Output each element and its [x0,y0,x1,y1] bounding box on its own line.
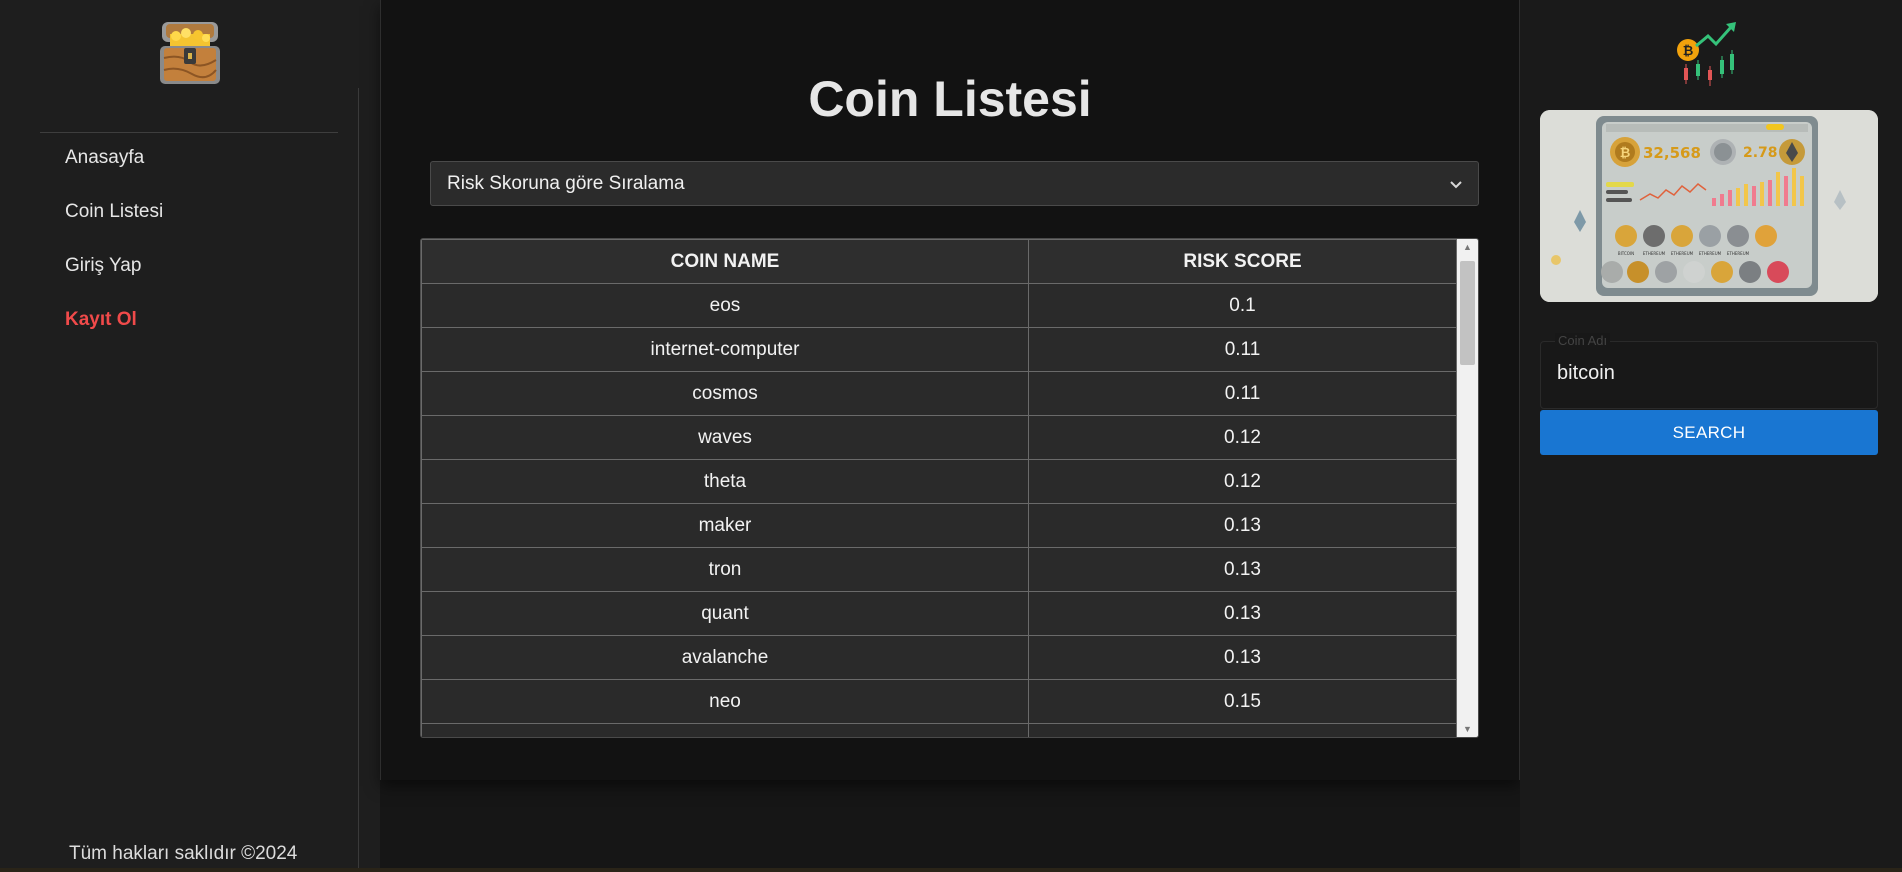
table-row[interactable]: neo 0.15 [421,679,1457,724]
coin-name-field[interactable]: Coin Adı [1540,333,1878,409]
sidebar-divider [40,132,338,133]
coin-name-cell: waves [421,415,1029,460]
coin-name-field-label: Coin Adı [1555,333,1611,348]
bottom-edge [0,868,1902,872]
sort-select[interactable]: Risk Skoruna göre Sıralama [430,161,1479,206]
table-header-row: COIN NAME RISK SCORE [421,239,1457,284]
table-row[interactable]: avalanche 0.13 [421,635,1457,680]
svg-text:₿: ₿ [1683,44,1694,59]
search-button[interactable]: SEARCH [1540,410,1878,455]
coin-name-cell: tron [421,547,1029,592]
page-title: Coin Listesi [808,71,1092,127]
column-header-coin-name[interactable]: COIN NAME [421,239,1029,284]
table-row[interactable]: theta 0.12 [421,459,1457,504]
table-row[interactable]: eos 0.1 [421,283,1457,328]
table-row[interactable]: tron 0.13 [421,547,1457,592]
coin-table: COIN NAME RISK SCORE eos 0.1 internet-com… [421,239,1457,737]
table-row[interactable]: cosmos 0.11 [421,371,1457,416]
risk-score-cell: 0.13 [1028,635,1457,680]
scroll-up-icon[interactable]: ▲ [1457,239,1478,255]
coin-name-cell: theta [421,459,1029,504]
table-row[interactable]: internet-computer 0.11 [421,327,1457,372]
nav-item-coin-listesi[interactable]: Coin Listesi [65,201,163,223]
hero-value-text: 2.78 [1743,145,1778,161]
nav-item-kayit-ol[interactable]: Kayıt Ol [65,309,137,331]
crypto-dashboard-illustration: ₿ 32,568 2.78 BITCOIN ETHEREUM ETHEREUM … [1540,110,1878,302]
risk-score-cell: 0.13 [1028,547,1457,592]
table-row[interactable] [421,723,1457,737]
nav-item-anasayfa[interactable]: Anasayfa [65,147,144,169]
coin-name-cell: maker [421,503,1029,548]
table-row[interactable]: quant 0.13 [421,591,1457,636]
chevron-down-icon [1450,176,1462,192]
risk-score-cell: 0.11 [1028,327,1457,372]
risk-score-cell: 0.1 [1028,283,1457,328]
risk-score-cell: 0.12 [1028,459,1457,504]
table-row[interactable]: waves 0.12 [421,415,1457,460]
sidebar: Anasayfa Coin Listesi Giriş Yap Kayıt Ol… [0,0,380,872]
hero-coin-label: ETHEREUM [1727,251,1750,256]
coin-name-cell: quant [421,591,1029,636]
coin-name-cell: cosmos [421,371,1029,416]
hero-coin-label: ETHEREUM [1699,251,1722,256]
crypto-chart-icon: ₿ [1674,20,1740,88]
nav-item-giris-yap[interactable]: Giriş Yap [65,255,141,277]
footer-copyright: Tüm hakları saklıdır ©2024 [69,843,298,864]
treasure-chest-icon[interactable] [156,18,224,88]
scroll-down-icon[interactable]: ▼ [1457,721,1478,737]
hero-price-text: 32,568 [1643,144,1701,162]
hero-coin-label: ETHEREUM [1643,251,1666,256]
table-row[interactable]: maker 0.13 [421,503,1457,548]
risk-score-cell [1028,723,1457,737]
coin-name-cell [421,723,1029,737]
risk-score-cell: 0.11 [1028,371,1457,416]
risk-score-cell: 0.13 [1028,591,1457,636]
coin-name-cell: eos [421,283,1029,328]
coin-name-cell: avalanche [421,635,1029,680]
coin-search-input[interactable] [1557,362,1857,385]
risk-score-cell: 0.15 [1028,679,1457,724]
column-header-risk-score[interactable]: RISK SCORE [1028,239,1457,284]
coin-name-cell: internet-computer [421,327,1029,372]
hero-coin-label: ETHEREUM [1671,251,1694,256]
coin-name-cell: neo [421,679,1029,724]
table-scrollbar[interactable]: ▲ ▼ [1457,239,1478,737]
hero-coin-label: BITCOIN [1618,251,1634,256]
sidebar-border [358,88,359,872]
risk-score-cell: 0.12 [1028,415,1457,460]
coin-table-container[interactable]: COIN NAME RISK SCORE eos 0.1 internet-com… [420,238,1479,738]
risk-score-cell: 0.13 [1028,503,1457,548]
svg-text:₿: ₿ [1620,146,1631,161]
sort-select-value: Risk Skoruna göre Sıralama [447,172,685,194]
scrollbar-thumb[interactable] [1460,261,1475,365]
